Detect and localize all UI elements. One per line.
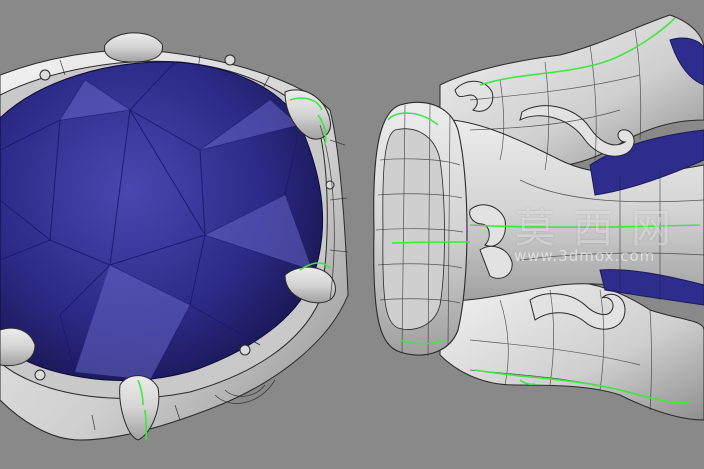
- prong-top: [103, 32, 164, 63]
- 3d-viewport[interactable]: 莫西网 www.3dmox.com: [0, 0, 704, 469]
- watermark-url: www.3dmox.com: [514, 247, 656, 265]
- ring-top-view[interactable]: [0, 32, 349, 441]
- watermark-chinese: 莫西网: [515, 206, 689, 252]
